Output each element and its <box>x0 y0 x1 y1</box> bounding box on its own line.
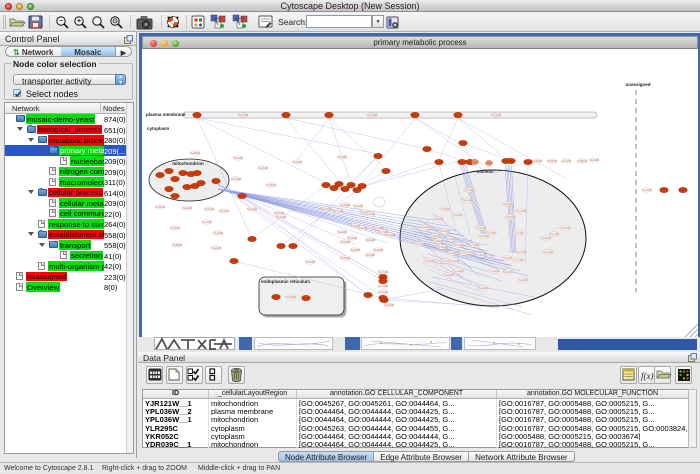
svg-text:Yxx4xW: Yxx4xW <box>321 207 331 211</box>
svg-text:Yxx4xW: Yxx4xW <box>276 215 286 219</box>
svg-text:Yxx5xW: Yxx5xW <box>340 256 350 260</box>
svg-text:Yxx3xW: Yxx3xW <box>437 245 447 249</box>
svg-text:Yxx6xW: Yxx6xW <box>503 202 513 206</box>
svg-text:Yxx2xW: Yxx2xW <box>445 237 455 241</box>
svg-text:Yxx5xW: Yxx5xW <box>340 240 350 244</box>
svg-text:Yxx0xW: Yxx0xW <box>560 226 570 230</box>
svg-text:Yxx8xW: Yxx8xW <box>505 215 515 219</box>
svg-text:Yxx5xW: Yxx5xW <box>286 295 296 299</box>
svg-text:Yxx1xW: Yxx1xW <box>489 269 499 273</box>
svg-text:⊙: ⊙ <box>112 18 118 25</box>
svg-text:Yxx6xW: Yxx6xW <box>503 270 513 274</box>
svg-text:−: − <box>59 18 63 25</box>
svg-text:Yxx8xW: Yxx8xW <box>541 236 551 240</box>
svg-text:endoplasmic reticulum: endoplasmic reticulum <box>261 279 310 284</box>
svg-text:Yxx2xW: Yxx2xW <box>337 230 347 234</box>
svg-text:Yxx2xW: Yxx2xW <box>238 113 248 117</box>
svg-text:Yxx2xW: Yxx2xW <box>211 246 221 250</box>
svg-text:Yxx7xW: Yxx7xW <box>414 242 424 246</box>
svg-text:mitochondrion: mitochondrion <box>172 161 204 166</box>
svg-text:Yxx6xW: Yxx6xW <box>170 226 180 230</box>
svg-text:Yxx3xW: Yxx3xW <box>347 236 357 240</box>
svg-text:Yxx8xW: Yxx8xW <box>190 151 200 155</box>
svg-text:Yxx4xW: Yxx4xW <box>204 207 214 211</box>
svg-text:Yxx2xW: Yxx2xW <box>292 160 302 164</box>
svg-text:Yxx8xW: Yxx8xW <box>424 259 434 263</box>
svg-text:Yxx0xW: Yxx0xW <box>443 273 453 277</box>
svg-text:Yxx8xW: Yxx8xW <box>532 159 542 163</box>
svg-text:Yxx2xW: Yxx2xW <box>337 155 347 159</box>
svg-text:Yxx2xW: Yxx2xW <box>274 211 284 215</box>
svg-text:Yxx8xW: Yxx8xW <box>433 217 443 221</box>
svg-text:Yxx3xW: Yxx3xW <box>365 238 375 242</box>
svg-text:Yxx3xW: Yxx3xW <box>464 188 474 192</box>
svg-text:Yxx3xW: Yxx3xW <box>491 113 501 117</box>
svg-text:Yxx8xW: Yxx8xW <box>577 159 587 163</box>
svg-text:plasma membrane: plasma membrane <box>146 112 186 117</box>
svg-text:Yxx7xW: Yxx7xW <box>378 284 388 288</box>
svg-text:Yxx0xW: Yxx0xW <box>155 205 165 209</box>
svg-text:Yxx7xW: Yxx7xW <box>513 258 523 262</box>
svg-text:Yxx3xW: Yxx3xW <box>365 212 375 216</box>
svg-text:Yxx5xW: Yxx5xW <box>439 229 449 233</box>
svg-text:Yxx6xW: Yxx6xW <box>305 260 315 264</box>
svg-text:Yxx1xW: Yxx1xW <box>219 209 229 213</box>
svg-text:Yxx3xW: Yxx3xW <box>464 250 474 254</box>
svg-text:Yxx2xW: Yxx2xW <box>373 248 383 252</box>
svg-text:Yxx4xW: Yxx4xW <box>447 251 457 255</box>
svg-text:Yxx8xW: Yxx8xW <box>172 243 182 247</box>
svg-text:Yxx3xW: Yxx3xW <box>518 278 528 282</box>
svg-text:Yxx7xW: Yxx7xW <box>549 232 559 236</box>
svg-text:Yxx1xW: Yxx1xW <box>453 243 463 247</box>
svg-text:Yxx7xW: Yxx7xW <box>468 243 478 247</box>
svg-text:Yxx5xW: Yxx5xW <box>502 256 512 260</box>
svg-text:Yxx4xW: Yxx4xW <box>231 177 241 181</box>
svg-text:Yxx1xW: Yxx1xW <box>516 209 526 213</box>
svg-text:Yxx6xW: Yxx6xW <box>233 156 243 160</box>
svg-text:Yxx5xW: Yxx5xW <box>421 225 431 229</box>
svg-text:Yxx5xW: Yxx5xW <box>340 203 350 207</box>
svg-text:Yxx6xW: Yxx6xW <box>350 248 360 252</box>
svg-text:Yxx0xW: Yxx0xW <box>452 213 462 217</box>
svg-text:Yxx2xW: Yxx2xW <box>247 207 257 211</box>
svg-text:Yxx2xW: Yxx2xW <box>202 220 212 224</box>
svg-text:Yxx1xW: Yxx1xW <box>453 269 463 273</box>
svg-text:Yxx7xW: Yxx7xW <box>378 290 388 294</box>
svg-text:Yxx1xW: Yxx1xW <box>642 188 652 192</box>
svg-text:Yxx5xW: Yxx5xW <box>367 113 377 117</box>
svg-text:Yxx4xW: Yxx4xW <box>213 231 223 235</box>
svg-text:Yxx1xW: Yxx1xW <box>516 250 526 254</box>
svg-text:Yxx0xW: Yxx0xW <box>353 204 363 208</box>
svg-text:Yxx2xW: Yxx2xW <box>373 226 383 230</box>
svg-text:Yxx3xW: Yxx3xW <box>266 183 276 187</box>
svg-text:cytoplasm: cytoplasm <box>147 126 169 131</box>
svg-text:Yxx0xW: Yxx0xW <box>182 206 192 210</box>
svg-text:Yxx7xW: Yxx7xW <box>378 270 388 274</box>
svg-text:Yxx6xW: Yxx6xW <box>476 226 486 230</box>
svg-text:Yxx4xW: Yxx4xW <box>384 303 394 307</box>
svg-text:Yxx6xW: Yxx6xW <box>476 253 486 257</box>
svg-text:Yxx1xW: Yxx1xW <box>462 198 472 202</box>
svg-text:unassigned: unassigned <box>625 82 650 87</box>
svg-text:Yxx6xW: Yxx6xW <box>449 259 459 263</box>
svg-text:Yxx7xW: Yxx7xW <box>333 209 343 213</box>
svg-text:Yxx6xW: Yxx6xW <box>440 207 450 211</box>
svg-text:Yxx1xW: Yxx1xW <box>543 250 553 254</box>
svg-text:Yxx1xW: Yxx1xW <box>561 159 571 163</box>
svg-text:Yxx2xW: Yxx2xW <box>589 158 599 162</box>
svg-text:Yxx5xW: Yxx5xW <box>385 233 395 237</box>
svg-text:Yxx7xW: Yxx7xW <box>486 231 496 235</box>
svg-text:+: + <box>77 18 81 25</box>
svg-text:Yxx3xW: Yxx3xW <box>365 253 375 257</box>
svg-text:Yxx4xW: Yxx4xW <box>357 226 367 230</box>
svg-text:Yxx4xW: Yxx4xW <box>258 166 268 170</box>
svg-text:Yxx5xW: Yxx5xW <box>430 234 440 238</box>
svg-text:Yxx8xW: Yxx8xW <box>433 239 443 243</box>
svg-text:Yxx8xW: Yxx8xW <box>478 286 488 290</box>
svg-text:Yxx5xW: Yxx5xW <box>547 159 557 163</box>
svg-text:Yxx7xW: Yxx7xW <box>513 231 523 235</box>
